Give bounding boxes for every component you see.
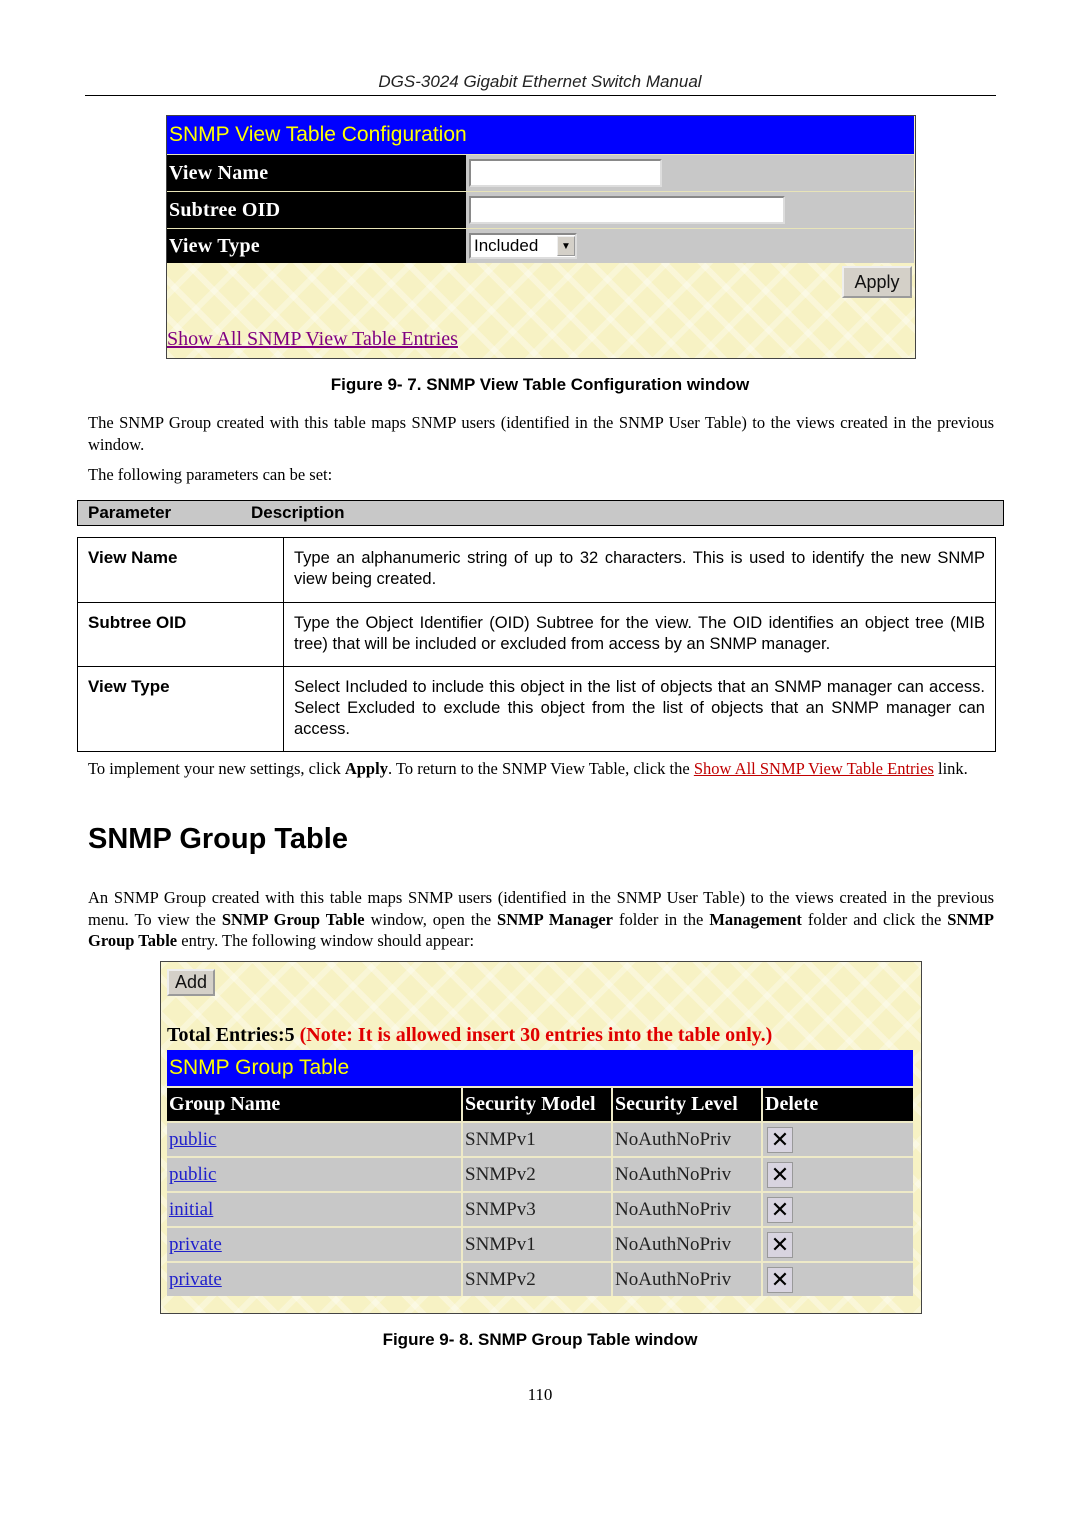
delete-icon[interactable]: ✕ bbox=[767, 1161, 793, 1188]
delete-icon[interactable]: ✕ bbox=[767, 1126, 793, 1153]
header-parameter: Parameter bbox=[88, 503, 172, 522]
total-entries: Total Entries:5 bbox=[167, 1024, 295, 1046]
param-desc: Select Included to include this object i… bbox=[294, 678, 985, 738]
header-description: Description bbox=[251, 503, 345, 522]
param-desc: Type an alphanumeric string of up to 32 … bbox=[294, 549, 985, 588]
security-level: NoAuthNoPriv bbox=[613, 1123, 763, 1156]
view-type-select[interactable]: Included ▼ bbox=[469, 233, 577, 259]
paragraph: The SNMP Group created with this table m… bbox=[88, 413, 994, 454]
security-level: NoAuthNoPriv bbox=[613, 1228, 763, 1261]
group-name-link[interactable]: private bbox=[169, 1269, 222, 1291]
param-name: Subtree OID bbox=[78, 603, 284, 666]
show-all-entries-link[interactable]: Show All SNMP View Table Entries bbox=[694, 759, 934, 778]
chevron-down-icon: ▼ bbox=[557, 236, 575, 256]
security-level: NoAuthNoPriv bbox=[613, 1193, 763, 1226]
snmp-view-config-window: SNMP View Table Configuration View Name … bbox=[166, 115, 916, 359]
field-label: Subtree OID bbox=[167, 192, 466, 228]
header-rule bbox=[85, 95, 996, 96]
security-level: NoAuthNoPriv bbox=[613, 1158, 763, 1191]
col-delete: Delete bbox=[763, 1088, 913, 1121]
delete-icon[interactable]: ✕ bbox=[767, 1266, 793, 1293]
col-security-model: Security Model bbox=[463, 1088, 613, 1121]
param-name: View Type bbox=[78, 667, 284, 751]
group-name-link[interactable]: public bbox=[169, 1164, 217, 1186]
table-row: private SNMPv1 NoAuthNoPriv ✕ bbox=[167, 1226, 913, 1261]
page-header: DGS-3024 Gigabit Ethernet Switch Manual bbox=[378, 72, 702, 91]
col-security-level: Security Level bbox=[613, 1088, 763, 1121]
delete-icon[interactable]: ✕ bbox=[767, 1196, 793, 1223]
security-model: SNMPv2 bbox=[463, 1158, 613, 1191]
snmp-group-table-window: Add Total Entries:5 (Note: It is allowed… bbox=[160, 961, 922, 1314]
group-name-link[interactable]: private bbox=[169, 1234, 222, 1256]
table-row: public SNMPv2 NoAuthNoPriv ✕ bbox=[167, 1156, 913, 1191]
window-title: SNMP View Table Configuration bbox=[167, 116, 914, 154]
table-row: private SNMPv2 NoAuthNoPriv ✕ bbox=[167, 1261, 913, 1296]
group-name-link[interactable]: initial bbox=[169, 1199, 213, 1221]
field-label: View Name bbox=[167, 155, 466, 191]
add-button[interactable]: Add bbox=[167, 969, 215, 996]
apply-button[interactable]: Apply bbox=[842, 266, 912, 298]
subtree-oid-input[interactable] bbox=[469, 196, 785, 224]
table-row: initial SNMPv3 NoAuthNoPriv ✕ bbox=[167, 1191, 913, 1226]
view-type-value: Included bbox=[474, 236, 539, 255]
figure-caption: Figure 9- 7. SNMP View Table Configurati… bbox=[330, 375, 750, 394]
figure-caption: Figure 9- 8. SNMP Group Table window bbox=[382, 1330, 698, 1349]
paragraph: The following parameters can be set: bbox=[88, 465, 333, 484]
table-title: SNMP Group Table bbox=[167, 1050, 913, 1086]
paragraph: To implement your new settings, click Ap… bbox=[88, 759, 968, 778]
delete-icon[interactable]: ✕ bbox=[767, 1231, 793, 1258]
view-name-input[interactable] bbox=[469, 159, 662, 187]
table-row: public SNMPv1 NoAuthNoPriv ✕ bbox=[167, 1121, 913, 1156]
group-table: Group Name Security Model Security Level… bbox=[167, 1086, 913, 1296]
group-name-link[interactable]: public bbox=[169, 1129, 217, 1151]
security-model: SNMPv1 bbox=[463, 1123, 613, 1156]
entries-note: (Note: It is allowed insert 30 entries i… bbox=[299, 1024, 773, 1046]
show-all-entries-link[interactable]: Show All SNMP View Table Entries bbox=[167, 328, 458, 351]
security-level: NoAuthNoPriv bbox=[613, 1263, 763, 1296]
field-label: View Type bbox=[167, 229, 466, 263]
param-name: View Name bbox=[78, 538, 284, 602]
security-model: SNMPv3 bbox=[463, 1193, 613, 1226]
param-desc: Type the Object Identifier (OID) Subtree… bbox=[294, 614, 985, 653]
paragraph: An SNMP Group created with this table ma… bbox=[88, 888, 994, 950]
security-model: SNMPv1 bbox=[463, 1228, 613, 1261]
param-table-header: Parameter Description bbox=[77, 500, 1004, 526]
section-heading: SNMP Group Table bbox=[88, 823, 348, 855]
security-model: SNMPv2 bbox=[463, 1263, 613, 1296]
param-table: View Name Type an alphanumeric string of … bbox=[77, 537, 996, 752]
page-number: 110 bbox=[527, 1385, 553, 1404]
col-group-name: Group Name bbox=[167, 1088, 463, 1121]
